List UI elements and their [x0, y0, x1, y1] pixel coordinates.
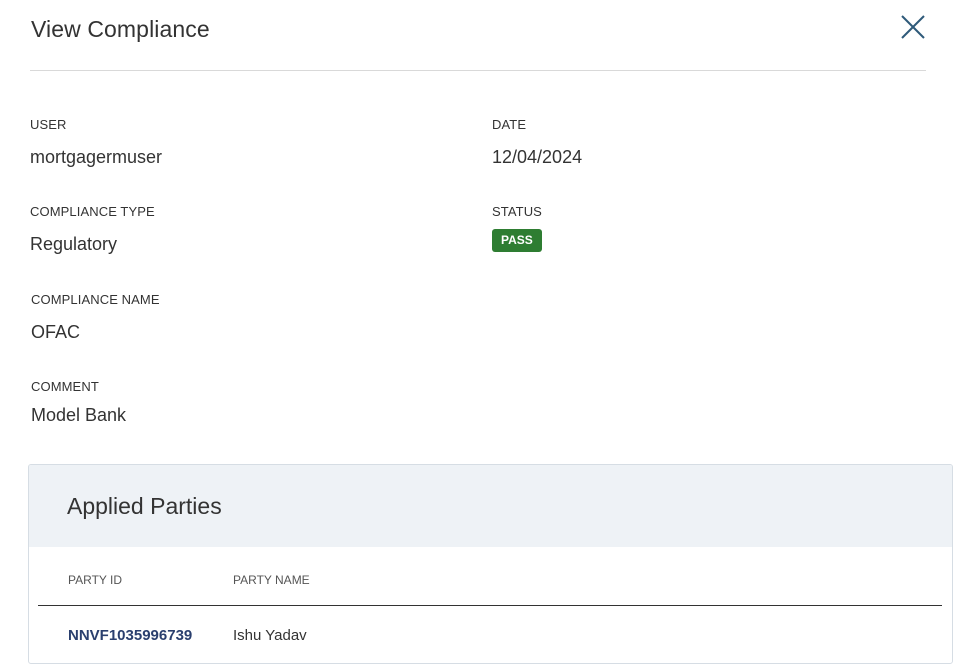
column-header-party-name: PARTY NAME: [233, 573, 310, 587]
status-label: STATUS: [492, 204, 542, 219]
column-header-party-id: PARTY ID: [68, 573, 123, 587]
compliance-name-field: COMPLIANCE NAME OFAC: [31, 292, 160, 343]
header-divider: [30, 70, 926, 71]
applied-parties-header: Applied Parties: [29, 465, 952, 547]
date-label: DATE: [492, 117, 527, 132]
compliance-type-label: COMPLIANCE TYPE: [30, 204, 155, 219]
comment-label: COMMENT: [31, 379, 99, 394]
user-value: mortgagermuser: [30, 147, 163, 167]
comment-value: Model Bank: [31, 405, 127, 425]
compliance-name-label: COMPLIANCE NAME: [31, 292, 160, 307]
dialog-title: View Compliance: [31, 16, 210, 42]
date-field: DATE 12/04/2024: [492, 117, 582, 168]
party-id-link[interactable]: NNVF1035996739: [68, 627, 192, 644]
status-field: STATUS PASS: [492, 204, 542, 252]
table-header-divider: [38, 605, 942, 606]
party-name-cell: Ishu Yadav: [233, 627, 307, 644]
comment-field: COMMENT Model Bank: [31, 379, 126, 426]
close-button[interactable]: [896, 10, 930, 44]
compliance-type-field: COMPLIANCE TYPE Regulatory: [30, 204, 155, 255]
user-field: USER mortgagermuser: [30, 117, 162, 168]
close-icon: [901, 15, 925, 39]
user-label: USER: [30, 117, 67, 132]
date-value: 12/04/2024: [492, 147, 583, 167]
status-badge: PASS: [492, 229, 542, 252]
applied-parties-panel: Applied Parties PARTY ID PARTY NAME NNVF…: [28, 464, 953, 664]
compliance-name-value: OFAC: [31, 322, 81, 342]
applied-parties-title: Applied Parties: [67, 493, 222, 519]
compliance-type-value: Regulatory: [30, 234, 118, 254]
